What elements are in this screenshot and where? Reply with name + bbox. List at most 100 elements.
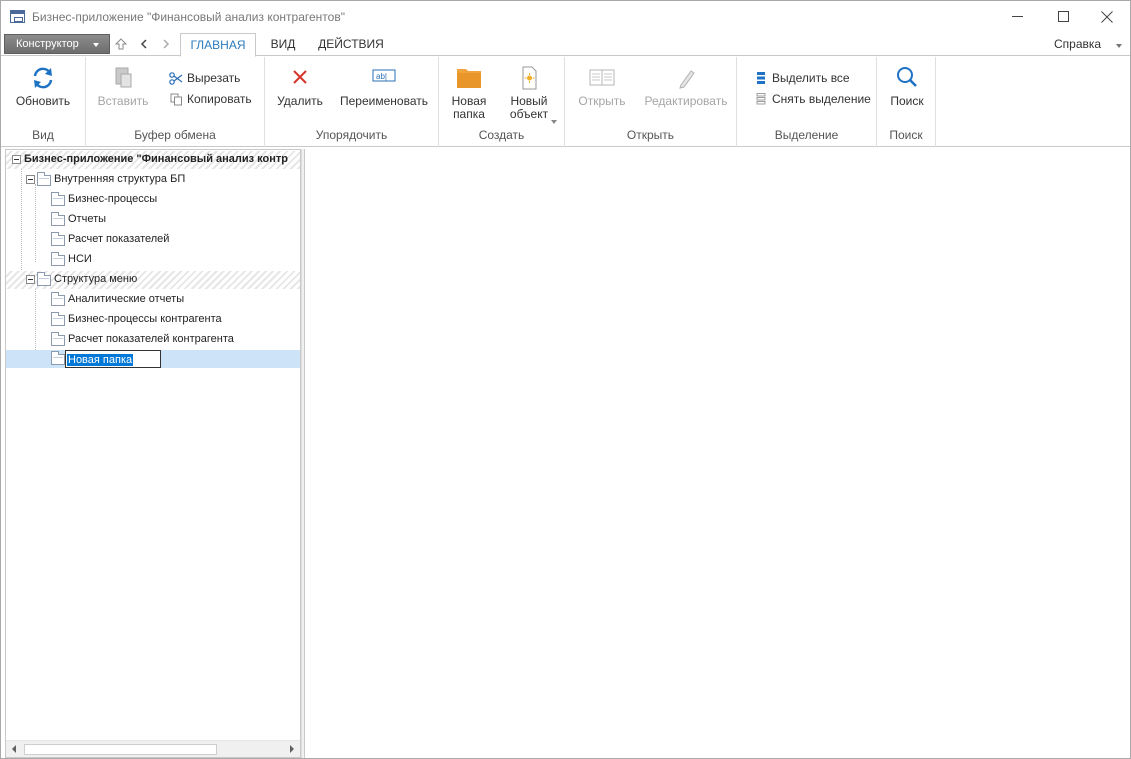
deselect-button[interactable]: Снять выделение xyxy=(753,92,871,106)
edit-button[interactable]: Редактировать xyxy=(641,65,731,108)
scrollbar-thumb[interactable] xyxy=(24,744,217,755)
scroll-left-arrow-icon[interactable] xyxy=(12,745,16,753)
ribbon-group-label: Поиск xyxy=(889,128,923,142)
copy-label: Копировать xyxy=(187,92,252,106)
folder-icon xyxy=(51,312,65,326)
ribbon-group-create: Новая папка Новый объект Создать xyxy=(439,57,565,147)
help-menu[interactable]: Справка xyxy=(1054,37,1101,51)
new-folder-button[interactable]: Новая папка xyxy=(444,65,494,121)
tree-node-label: Расчет показателей xyxy=(68,233,170,245)
minimize-button[interactable] xyxy=(994,1,1040,32)
delete-label: Удалить xyxy=(277,94,323,108)
tree-node-menu-structure[interactable]: Структура меню xyxy=(6,271,300,289)
ribbon-group-label: Выделение xyxy=(774,128,839,142)
scroll-right-arrow-icon[interactable] xyxy=(290,745,294,753)
paste-button[interactable]: Вставить xyxy=(94,65,152,108)
edit-label: Редактировать xyxy=(644,94,728,108)
search-icon xyxy=(897,67,917,87)
tab-home[interactable]: ГЛАВНАЯ xyxy=(180,33,256,57)
rename-input[interactable]: Новая папка xyxy=(65,350,161,368)
folder-icon xyxy=(51,332,65,346)
navigate-back-button[interactable] xyxy=(136,36,152,52)
deselect-icon xyxy=(753,92,769,106)
tree-node-label: Аналитические отчеты xyxy=(68,293,185,305)
close-icon xyxy=(1101,10,1113,23)
chevron-down-icon xyxy=(93,43,99,47)
tree-node-label: Бизнес-процессы контрагента xyxy=(68,313,222,325)
navigate-forward-button[interactable] xyxy=(158,36,174,52)
tree-node-internal-structure[interactable]: Внутренняя структура БП xyxy=(6,171,300,189)
new-object-label-line2: объект xyxy=(509,107,549,121)
tree-node-analytic-reports[interactable]: Аналитические отчеты xyxy=(6,291,300,309)
ribbon-group-search: Поиск Поиск xyxy=(877,57,936,147)
collapse-icon[interactable] xyxy=(12,155,21,164)
copy-button[interactable]: Копировать xyxy=(168,92,252,106)
object-tree-panel[interactable]: Бизнес-приложение "Финансовый анализ кон… xyxy=(5,149,301,758)
tree-node-nsi[interactable]: НСИ xyxy=(6,251,300,269)
tree-node-indicator-calc[interactable]: Расчет показателей xyxy=(6,231,300,249)
new-document-icon xyxy=(522,66,537,90)
tree-node-root[interactable]: Бизнес-приложение "Финансовый анализ кон… xyxy=(6,151,300,169)
tree-node-label: Бизнес-процессы xyxy=(68,193,158,205)
ribbon-group-selection: Выделить все Снять выделение Выделение xyxy=(737,57,877,147)
refresh-icon xyxy=(33,67,53,89)
window-title: Бизнес-приложение "Финансовый анализ кон… xyxy=(32,10,345,24)
ribbon-group-clipboard: Вставить Вырезать Копировать Буфер обмен… xyxy=(86,57,265,147)
tree-node-label: Бизнес-приложение "Финансовый анализ кон… xyxy=(24,153,288,165)
chevron-right-icon xyxy=(163,39,170,49)
folder-icon xyxy=(37,272,51,286)
folder-icon xyxy=(51,192,65,206)
content-panel[interactable] xyxy=(304,149,1130,758)
app-window-icon xyxy=(10,10,25,23)
rename-label: Переименовать xyxy=(340,94,428,108)
ribbon-group-label: Буфер обмена xyxy=(134,128,216,142)
open-book-icon xyxy=(589,69,615,86)
navigate-up-button[interactable] xyxy=(113,36,129,52)
ribbon: Обновить Вид Вставить Вырезать Копироват… xyxy=(1,57,1130,147)
refresh-button[interactable]: Обновить xyxy=(14,65,72,108)
maximize-button[interactable] xyxy=(1040,1,1086,32)
search-button[interactable]: Поиск xyxy=(881,65,933,108)
folder-icon xyxy=(51,252,65,266)
chevron-down-icon[interactable] xyxy=(1116,44,1122,48)
delete-button[interactable]: Удалить xyxy=(271,65,329,108)
tree-node-business-processes[interactable]: Бизнес-процессы xyxy=(6,191,300,209)
title-bar: Бизнес-приложение "Финансовый анализ кон… xyxy=(1,1,1130,32)
tree-node-label: Расчет показателей контрагента xyxy=(68,333,234,345)
tree-node-new-folder[interactable]: Новая папка xyxy=(6,350,300,368)
copy-icon xyxy=(168,92,184,106)
tree-node-label: Структура меню xyxy=(54,273,138,285)
tab-actions[interactable]: ДЕЙСТВИЯ xyxy=(311,33,391,57)
tree-node-reports[interactable]: Отчеты xyxy=(6,211,300,229)
minimize-icon xyxy=(1011,16,1023,17)
tab-view[interactable]: ВИД xyxy=(259,33,307,57)
app-window: Бизнес-приложение "Финансовый анализ кон… xyxy=(0,0,1131,759)
refresh-label: Обновить xyxy=(15,94,71,108)
close-button[interactable] xyxy=(1084,1,1130,32)
folder-icon xyxy=(51,351,65,365)
ribbon-group-label: Упорядочить xyxy=(315,128,388,142)
new-folder-label-line2: папка xyxy=(453,107,485,121)
collapse-icon[interactable] xyxy=(26,175,35,184)
cut-label: Вырезать xyxy=(187,71,241,85)
new-folder-label-line1: Новая xyxy=(451,94,487,108)
open-button[interactable]: Открыть xyxy=(573,65,631,108)
svg-text:ab|: ab| xyxy=(376,72,387,81)
select-all-icon xyxy=(753,71,769,85)
ribbon-group-organize: Удалить ab| Переименовать Упорядочить xyxy=(265,57,439,147)
designer-label: Конструктор xyxy=(16,38,79,50)
tree-node-counterparty-processes[interactable]: Бизнес-процессы контрагента xyxy=(6,311,300,329)
new-object-button[interactable]: Новый объект xyxy=(501,65,557,124)
designer-dropdown-button[interactable]: Конструктор xyxy=(4,34,110,54)
select-all-button[interactable]: Выделить все xyxy=(753,71,850,85)
folder-icon xyxy=(51,292,65,306)
tree-node-label: Отчеты xyxy=(68,213,107,225)
ribbon-group-label: Открыть xyxy=(626,128,675,142)
horizontal-scrollbar[interactable] xyxy=(6,740,300,757)
ribbon-group-label: Вид xyxy=(32,128,54,142)
collapse-icon[interactable] xyxy=(26,275,35,284)
cut-button[interactable]: Вырезать xyxy=(168,71,240,85)
tree-node-counterparty-indicators[interactable]: Расчет показателей контрагента xyxy=(6,331,300,349)
rename-button[interactable]: ab| Переименовать xyxy=(337,65,431,108)
tree-node-label: НСИ xyxy=(68,253,92,265)
